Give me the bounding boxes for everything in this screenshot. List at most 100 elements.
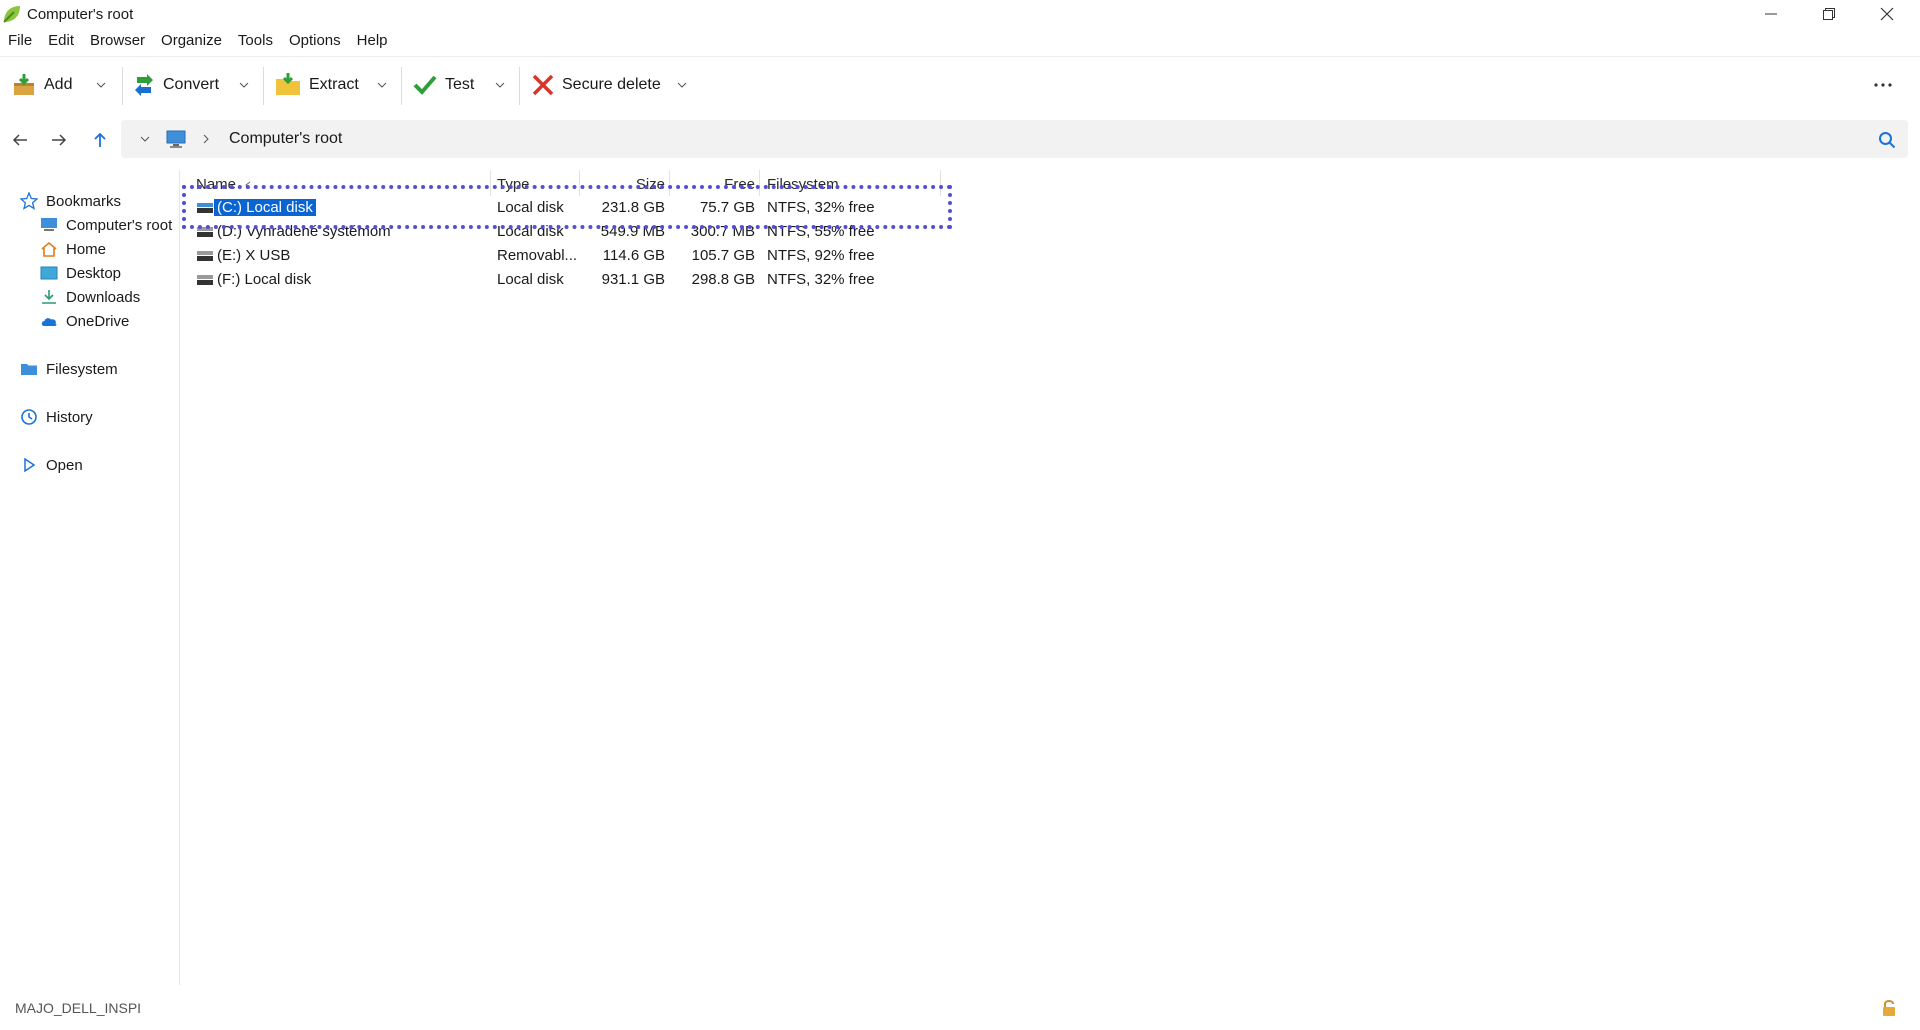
sort-arrow-icon [245,181,251,189]
restore-icon [1823,8,1835,20]
sidebar: Bookmarks Computer's root Home Desktop D… [0,170,180,985]
sidebar-open[interactable]: Open [20,454,83,476]
checkmark-icon [413,75,437,95]
column-header-filesystem[interactable]: Filesystem [767,174,917,196]
convert-dropdown-button[interactable] [236,73,252,97]
forward-button[interactable] [45,126,73,154]
secure-delete-button[interactable]: Secure delete [532,69,661,101]
history-dropdown-button[interactable] [135,127,155,151]
ellipsis-icon [1874,83,1892,87]
restore-button[interactable] [1800,0,1858,28]
cell-name: (C:) Local disk [214,196,484,220]
selected-name: (C:) Local disk [214,199,316,216]
sidebar-bookmarks[interactable]: Bookmarks [20,190,121,212]
table-row[interactable]: (F:) Local disk Local disk 931.1 GB 298.… [182,268,962,292]
column-header-name[interactable]: Name [196,174,496,196]
add-dropdown-button[interactable] [93,73,109,97]
breadcrumb-separator[interactable] [199,129,213,149]
cell-free: 75.7 GB [699,199,755,216]
menu-help[interactable]: Help [349,30,396,54]
sidebar-filesystem[interactable]: Filesystem [20,358,118,380]
column-header-type[interactable]: Type [497,174,582,196]
sidebar-item-onedrive[interactable]: OneDrive [40,310,129,332]
sidebar-item-home[interactable]: Home [40,238,106,260]
cell-size: 231.8 GB [601,199,665,216]
column-header-free[interactable]: Free [672,174,755,196]
cell-size: 931.1 GB [601,271,665,288]
file-list: Name Type Size Free Filesystem (C:) Loca… [182,170,1920,985]
convert-icon [135,74,153,96]
cell-free: 300.7 MB [690,223,755,240]
up-button[interactable] [86,126,114,154]
menu-options[interactable]: Options [281,30,349,54]
add-archive-icon [14,74,34,95]
sidebar-item-label: Computer's root [66,216,173,234]
history-icon [20,408,38,426]
cell-type: Removabl... [497,247,578,264]
chevron-down-icon [239,82,249,88]
usb-drive-icon [197,251,213,261]
cell-free: 105.7 GB [691,247,755,264]
sidebar-history-label: History [46,408,93,426]
cell-type: Local disk [497,271,564,288]
search-icon [1879,132,1896,149]
extract-button[interactable]: Extract [275,69,359,101]
column-header-size[interactable]: Size [582,174,665,196]
sidebar-history[interactable]: History [20,406,93,428]
cell-name: (F:) Local disk [217,271,312,288]
table-row[interactable]: (E:) X USB Removabl... 114.6 GB 105.7 GB… [182,244,962,268]
status-bar: MAJO_DELL_INSPI [0,990,1920,1026]
more-options-button[interactable] [1868,73,1898,97]
extract-label: Extract [309,76,359,93]
test-button[interactable]: Test [413,69,474,101]
secure-delete-dropdown-button[interactable] [674,73,690,97]
app-logo-icon [3,6,20,23]
table-row[interactable]: (C:) Local disk Local disk 231.8 GB 75.7… [182,196,962,220]
sidebar-item-downloads[interactable]: Downloads [40,286,140,308]
menu-tools[interactable]: Tools [230,30,281,54]
download-icon [40,288,58,306]
toolbar-separator [519,67,520,105]
chevron-down-icon [96,82,106,88]
column-divider[interactable] [669,170,670,196]
cell-type: Local disk [497,199,564,216]
drive-icon [197,275,213,285]
address-bar[interactable]: Computer's root [121,120,1908,158]
minimize-button[interactable] [1742,0,1800,28]
lock-icon[interactable] [1880,998,1898,1018]
cell-type: Local disk [497,223,564,240]
toolbar: Add Convert Extract Test Secure delete [0,56,1920,112]
cell-filesystem: NTFS, 32% free [767,271,875,288]
cell-filesystem: NTFS, 55% free [767,223,875,240]
menu-organize[interactable]: Organize [153,30,230,54]
back-button[interactable] [6,126,34,154]
column-divider[interactable] [579,170,580,196]
red-x-icon [532,74,554,96]
extract-dropdown-button[interactable] [374,73,390,97]
convert-button[interactable]: Convert [133,69,219,101]
column-divider[interactable] [490,170,491,196]
cell-free: 298.8 GB [691,271,755,288]
add-button[interactable]: Add [12,69,72,101]
arrow-right-icon [52,134,67,146]
test-dropdown-button[interactable] [492,73,508,97]
sidebar-filesystem-label: Filesystem [46,360,118,378]
column-divider[interactable] [759,170,760,196]
cell-size: 114.6 GB [602,247,665,264]
search-button[interactable] [1875,128,1899,152]
computer-name: MAJO_DELL_INSPI [15,1000,142,1016]
folder-icon [20,360,38,378]
close-button[interactable] [1858,0,1916,28]
column-divider[interactable] [940,170,941,196]
breadcrumb-current[interactable]: Computer's root [229,130,342,148]
table-row[interactable]: (D:) Vyhradené systémom Local disk 549.9… [182,220,962,244]
extract-folder-icon [276,73,300,95]
chevron-down-icon [495,82,505,88]
sidebar-item-computers-root[interactable]: Computer's root [40,214,172,236]
test-label: Test [445,76,475,93]
menu-browser[interactable]: Browser [82,30,153,54]
sidebar-item-label: OneDrive [66,312,130,330]
menu-edit[interactable]: Edit [40,30,82,54]
menu-file[interactable]: File [0,30,40,54]
sidebar-item-desktop[interactable]: Desktop [40,262,121,284]
